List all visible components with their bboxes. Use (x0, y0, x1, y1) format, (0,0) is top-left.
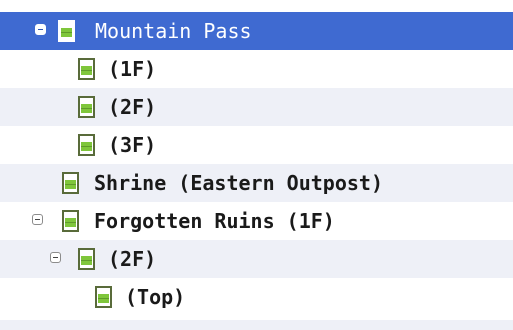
tree-item-ruins-2f[interactable]: (2F) (0, 240, 513, 278)
tree-item-label: Forgotten Ruins (1F) (94, 209, 335, 233)
tree-item-shrine[interactable]: Shrine (Eastern Outpost) (0, 164, 513, 202)
tree-item-label: (2F) (108, 95, 157, 119)
tree-item-label: (Top) (125, 285, 186, 309)
tree-item-label: Shrine (Eastern Outpost) (94, 171, 383, 195)
document-icon (95, 286, 112, 308)
document-icon (78, 58, 95, 80)
tree-item-label: (3F) (108, 133, 157, 157)
tree-item-top[interactable]: (Top) (0, 278, 513, 316)
tree-item-label: (2F) (108, 247, 157, 271)
collapse-toggle-icon[interactable] (50, 252, 61, 263)
document-icon (62, 172, 79, 194)
tree-item-mountain-pass[interactable]: Mountain Pass (0, 12, 513, 50)
tree-item-label: Mountain Pass (95, 19, 252, 43)
tree-item-forgotten-ruins[interactable]: Forgotten Ruins (1F) (0, 202, 513, 240)
collapse-toggle-icon[interactable] (32, 214, 43, 225)
tree-item-3f[interactable]: (3F) (0, 126, 513, 164)
tree-item-2f[interactable]: (2F) (0, 88, 513, 126)
tree-row-partial (0, 320, 513, 330)
tree-view: Mountain Pass (1F) (2F) (3F) Shrine (Eas… (0, 0, 513, 330)
document-icon (58, 20, 75, 42)
document-icon (78, 96, 95, 118)
tree-item-label: (1F) (108, 57, 157, 81)
tree-item-1f[interactable]: (1F) (0, 50, 513, 88)
document-icon (78, 134, 95, 156)
document-icon (78, 248, 95, 270)
document-icon (62, 210, 79, 232)
collapse-toggle-icon[interactable] (35, 24, 46, 35)
